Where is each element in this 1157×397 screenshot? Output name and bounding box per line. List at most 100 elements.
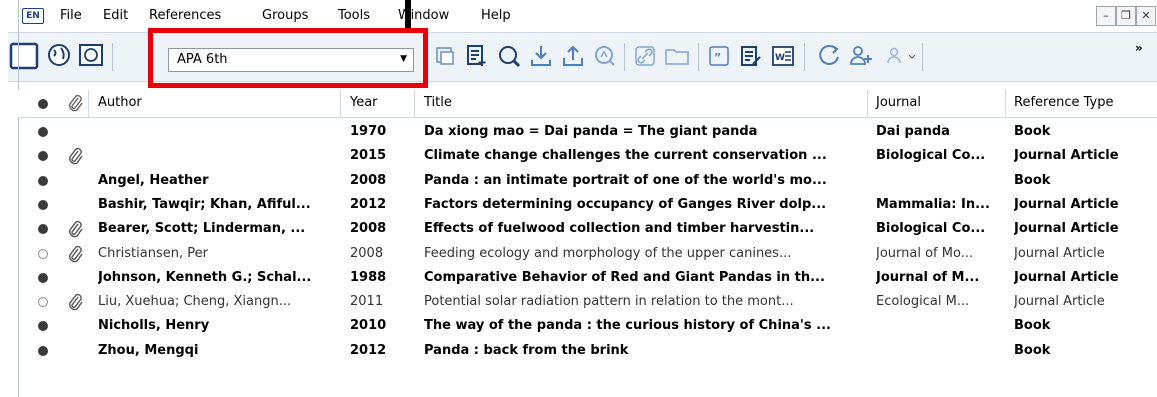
- cell-author: Bearer, Scott; Linderman, ...: [98, 221, 306, 237]
- cell-reference-type: Journal Article: [1014, 269, 1119, 285]
- menu-help[interactable]: Help: [481, 8, 511, 23]
- table-row[interactable]: Christiansen, Per 2008 Feeding ecology and…: [18, 242, 1157, 266]
- read-status-icon[interactable]: [38, 224, 48, 235]
- find-full-text-icon[interactable]: [592, 43, 618, 69]
- read-status-icon[interactable]: [38, 297, 48, 308]
- cell-year: 2011: [350, 294, 384, 310]
- read-status-icon[interactable]: [38, 175, 48, 186]
- open-file-icon[interactable]: [664, 43, 690, 69]
- cell-title: The way of the panda : the curious histo…: [424, 318, 831, 334]
- local-library-mode-icon[interactable]: [8, 40, 40, 72]
- toolbar-separator: [624, 43, 625, 71]
- cell-title: Da xiong mao = Dai panda = The giant pan…: [424, 124, 758, 139]
- cell-author: Liu, Xuehua; Cheng, Xiangn...: [98, 294, 292, 310]
- cell-journal: Ecological M...: [876, 294, 970, 310]
- cell-reference-type: Book: [1014, 124, 1051, 139]
- output-style-select[interactable]: APA 6th ▼: [168, 48, 414, 72]
- endnote-logo-icon: EN: [22, 8, 44, 24]
- cell-year: 2012: [350, 196, 387, 212]
- online-search-icon[interactable]: [496, 43, 522, 69]
- column-journal[interactable]: Journal: [876, 95, 921, 110]
- read-status-icon[interactable]: [38, 345, 48, 356]
- read-status-icon[interactable]: [38, 199, 48, 210]
- table-row[interactable]: Johnson, Kenneth G.; Schal... 1988 Compara…: [18, 266, 1157, 290]
- cell-year: 2015: [350, 148, 387, 164]
- toolbar-overflow-icon[interactable]: »: [1135, 41, 1143, 55]
- copy-formatted-icon[interactable]: [432, 43, 458, 69]
- read-status-header-icon[interactable]: [38, 99, 48, 109]
- cell-title: Comparative Behavior of Red and Giant Pa…: [424, 269, 825, 285]
- paperclip-icon[interactable]: [67, 219, 83, 243]
- read-status-icon[interactable]: [38, 272, 48, 283]
- cell-reference-type: Book: [1014, 172, 1051, 188]
- attachment-header-icon[interactable]: [67, 93, 83, 117]
- import-icon[interactable]: [528, 43, 554, 69]
- column-year[interactable]: Year: [350, 95, 378, 110]
- output-style-value: APA 6th: [177, 52, 228, 67]
- insert-citation-icon[interactable]: ”: [706, 43, 732, 69]
- restore-icon[interactable]: ❐: [1116, 6, 1136, 26]
- share-library-icon[interactable]: [848, 43, 874, 69]
- menu-file[interactable]: File: [60, 8, 82, 23]
- table-row[interactable]: Bashir, Tawqir; Khan, Afiful... 2012 Facto…: [18, 193, 1157, 217]
- column-title[interactable]: Title: [424, 95, 452, 110]
- toolbar-separator: [804, 43, 805, 71]
- integrated-library-mode-icon[interactable]: [78, 42, 104, 68]
- table-row[interactable]: 2015 Climate change challenges the curren…: [18, 144, 1157, 168]
- read-status-icon[interactable]: [38, 127, 48, 137]
- cell-author: Christiansen, Per: [98, 245, 208, 261]
- menu-bar: EN File Edit References Groups Tools Win…: [0, 0, 1157, 30]
- sync-icon[interactable]: [816, 43, 842, 69]
- chevron-down-icon[interactable]: ▼: [400, 54, 407, 64]
- format-bibliography-icon[interactable]: [738, 43, 764, 69]
- paperclip-icon[interactable]: [67, 244, 83, 268]
- cell-journal: Biological Co...: [876, 148, 986, 164]
- cell-reference-type: Journal Article: [1014, 148, 1119, 164]
- online-search-mode-icon[interactable]: [46, 42, 72, 68]
- menu-groups[interactable]: Groups: [262, 8, 308, 23]
- open-link-icon[interactable]: [632, 43, 658, 69]
- table-row[interactable]: 1970 Da xiong mao = Dai panda = The giant…: [18, 120, 1157, 144]
- column-reference-type[interactable]: Reference Type: [1014, 95, 1113, 110]
- export-icon[interactable]: [560, 43, 586, 69]
- table-row[interactable]: Zhou, Mengqi 2012 Panda : back from the br…: [18, 339, 1157, 363]
- new-reference-icon[interactable]: [464, 43, 490, 69]
- read-status-icon[interactable]: [38, 321, 48, 332]
- cell-journal: Journal of Mo...: [876, 245, 974, 261]
- paperclip-icon[interactable]: [67, 146, 83, 170]
- close-icon[interactable]: ✕: [1136, 6, 1156, 26]
- annotation-pointer: [405, 0, 411, 30]
- table-row[interactable]: Nicholls, Henry 2010 The way of the panda …: [18, 314, 1157, 338]
- paperclip-icon[interactable]: [67, 292, 83, 316]
- cell-year: 2008: [350, 245, 384, 261]
- read-status-icon[interactable]: [38, 151, 48, 162]
- cell-journal: Journal of M...: [876, 269, 980, 285]
- table-row[interactable]: Bearer, Scott; Linderman, ... 2008 Effects…: [18, 217, 1157, 241]
- table-row[interactable]: Angel, Heather 2008 Panda : an intimate po…: [18, 169, 1157, 193]
- cell-year: 2008: [350, 172, 387, 188]
- cell-year: 1988: [350, 269, 387, 285]
- table-row[interactable]: Liu, Xuehua; Cheng, Xiangn... 2011 Potenti…: [18, 290, 1157, 314]
- menu-references[interactable]: References: [149, 8, 221, 23]
- cell-reference-type: Journal Article: [1014, 245, 1105, 261]
- cell-reference-type: Journal Article: [1014, 294, 1105, 310]
- toolbar-separator: [922, 43, 923, 71]
- table-header: Author Year Title Journal Reference Type: [18, 90, 1157, 118]
- menu-edit[interactable]: Edit: [103, 8, 128, 23]
- cell-year: 2008: [350, 221, 387, 237]
- cell-reference-type: Journal Article: [1014, 196, 1119, 212]
- cell-author: Nicholls, Henry: [98, 318, 210, 334]
- cell-title: Panda : back from the brink: [424, 342, 629, 358]
- group-sharing-icon[interactable]: [882, 43, 918, 69]
- cell-journal: Biological Co...: [876, 221, 986, 237]
- read-status-icon[interactable]: [38, 248, 48, 259]
- toolbar-separator: [112, 43, 113, 71]
- cell-journal: Mammalia: In...: [876, 196, 990, 212]
- cell-reference-type: Book: [1014, 342, 1051, 358]
- cell-author: Angel, Heather: [98, 172, 209, 188]
- menu-tools[interactable]: Tools: [338, 8, 370, 23]
- return-to-word-icon[interactable]: W: [770, 43, 796, 69]
- column-author[interactable]: Author: [98, 95, 142, 110]
- cell-title: Factors determining occupancy of Ganges …: [424, 196, 827, 212]
- minimize-icon[interactable]: –: [1096, 6, 1116, 26]
